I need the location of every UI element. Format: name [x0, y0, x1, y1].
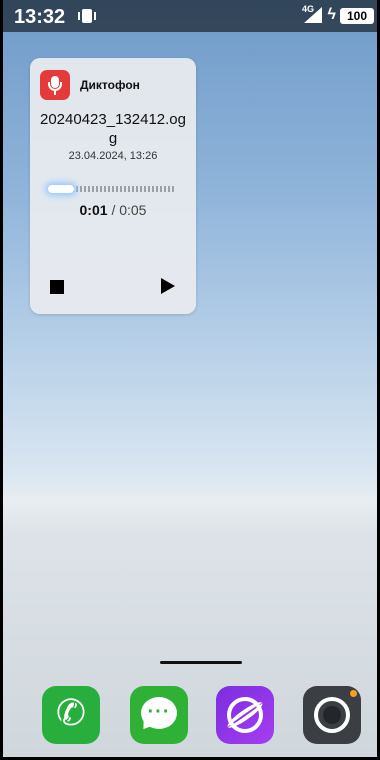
signal-icon: 4G	[302, 4, 322, 23]
widget-app-name: Диктофон	[80, 78, 140, 92]
time-separator: /	[111, 202, 116, 218]
charging-icon: ϟ	[327, 6, 336, 23]
messages-app-icon[interactable]: ···	[130, 686, 188, 744]
status-bar: 13:32 4G ϟ 100	[0, 0, 380, 32]
phone-icon: ✆	[55, 692, 87, 733]
current-time: 0:01	[79, 202, 108, 218]
phone-app-icon[interactable]: ✆	[42, 686, 100, 744]
recording-date: 23.04.2024, 13:26	[68, 150, 158, 162]
browser-app-icon[interactable]	[216, 686, 274, 744]
network-type-label: 4G	[302, 4, 315, 14]
status-time: 13:32	[14, 6, 66, 28]
playback-progress-bar[interactable]	[48, 185, 176, 193]
recording-file-name: 20240423_132412.ogg	[40, 111, 186, 147]
home-indicator[interactable]	[160, 661, 242, 664]
total-duration: 0:05	[119, 202, 147, 218]
play-button[interactable]	[161, 278, 175, 294]
microphone-icon	[40, 70, 70, 100]
playback-time: 0:01 / 0:05	[30, 202, 196, 218]
playback-progress-fill	[48, 185, 74, 193]
voice-recorder-widget[interactable]: Диктофон 20240423_132412.ogg 23.04.2024,…	[30, 58, 196, 314]
battery-icon: 100	[340, 8, 374, 24]
vibrate-icon	[78, 9, 96, 23]
camera-app-icon[interactable]	[303, 686, 361, 744]
stop-button[interactable]	[50, 280, 64, 294]
